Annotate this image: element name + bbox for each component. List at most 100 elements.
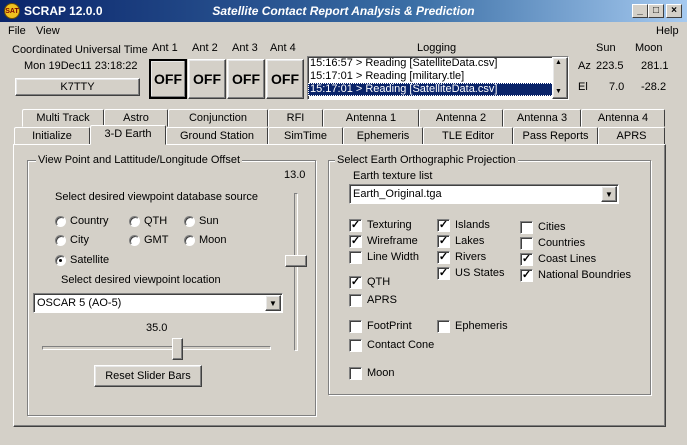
sun-label: Sun — [596, 42, 616, 54]
chk-texturing-label: Texturing — [367, 219, 412, 231]
tab-rfi[interactable]: RFI — [268, 109, 323, 127]
location-combo[interactable]: OSCAR 5 (AO-5) ▼ — [33, 293, 283, 313]
chk-moon[interactable] — [349, 367, 362, 380]
tab-conjunction[interactable]: Conjunction — [168, 109, 268, 127]
vslider-thumb[interactable] — [285, 255, 307, 267]
callsign-button[interactable]: K7TTY — [15, 78, 140, 96]
texture-combo[interactable]: Earth_Original.tga ▼ — [349, 184, 619, 204]
hslider-track[interactable] — [42, 346, 271, 350]
chk-ephemeris-label: Ephemeris — [455, 320, 508, 332]
radio-moon[interactable] — [184, 235, 195, 246]
scroll-down-icon[interactable]: ▼ — [555, 88, 562, 95]
location-label: Select desired viewpoint location — [61, 274, 221, 286]
chevron-down-icon[interactable]: ▼ — [601, 186, 617, 202]
active-tab-joint — [91, 143, 165, 145]
ant3-off-button[interactable]: OFF — [227, 59, 265, 99]
menu-view[interactable]: View — [36, 25, 60, 37]
moon-el-value: -28.2 — [641, 81, 667, 93]
radio-country-label: Country — [70, 215, 109, 227]
chk-moon-label: Moon — [367, 367, 395, 379]
logging-scrollbar[interactable]: ▲ ▼ — [552, 57, 568, 99]
tab-ground-station[interactable]: Ground Station — [166, 127, 268, 145]
tab-antenna-4[interactable]: Antenna 4 — [581, 109, 665, 127]
close-button[interactable]: × — [666, 4, 682, 18]
ant1-label: Ant 1 — [152, 42, 178, 54]
chk-countries[interactable] — [520, 237, 533, 250]
sun-az-value: 223.5 — [596, 60, 624, 72]
tab-antenna-2[interactable]: Antenna 2 — [419, 109, 503, 127]
log-line-selected[interactable]: 15:17:01 > Reading [SatelliteData.csv] — [308, 83, 568, 96]
minimize-button[interactable]: _ — [632, 4, 648, 18]
radio-satellite[interactable] — [55, 255, 66, 266]
window-title: Satellite Contact Report Analysis & Pred… — [212, 4, 475, 18]
moon-label: Moon — [635, 42, 663, 54]
chk-contact-cone[interactable] — [349, 339, 362, 352]
ant4-off-button[interactable]: OFF — [266, 59, 304, 99]
projection-frame-title: Select Earth Orthographic Projection — [335, 154, 518, 166]
chk-texturing[interactable]: ✓ — [349, 219, 362, 232]
logging-list[interactable]: 15:16:57 > Reading [SatelliteData.csv] 1… — [307, 56, 569, 100]
menu-file[interactable]: File — [8, 25, 26, 37]
ant3-label: Ant 3 — [232, 42, 258, 54]
chk-footprint[interactable] — [349, 320, 362, 333]
vslider-track[interactable] — [294, 193, 298, 351]
log-line[interactable]: 15:16:57 > Reading [SatelliteData.csv] — [308, 57, 568, 70]
chevron-down-icon[interactable]: ▼ — [265, 295, 281, 311]
chk-lakes[interactable]: ✓ — [437, 235, 450, 248]
chk-cities-label: Cities — [538, 221, 566, 233]
chk-rivers[interactable]: ✓ — [437, 251, 450, 264]
moon-az-value: 281.1 — [641, 60, 669, 72]
tab-3d-earth[interactable]: 3-D Earth — [90, 125, 166, 145]
tab-tle-editor[interactable]: TLE Editor — [423, 127, 513, 145]
chk-cities[interactable] — [520, 221, 533, 234]
chk-coast-lines-label: Coast Lines — [538, 253, 597, 265]
sun-el-value: 7.0 — [609, 81, 625, 93]
tab-aprs[interactable]: APRS — [598, 127, 665, 145]
chk-lakes-label: Lakes — [455, 235, 485, 247]
radio-city[interactable] — [55, 235, 66, 246]
tab-initialize[interactable]: Initialize — [14, 127, 90, 145]
maximize-button[interactable]: □ — [648, 4, 664, 18]
radio-moon-label: Moon — [199, 234, 227, 246]
chk-ephemeris[interactable] — [437, 320, 450, 333]
reset-slider-bars-button[interactable]: Reset Slider Bars — [94, 365, 202, 387]
ant2-off-button[interactable]: OFF — [188, 59, 226, 99]
tab-ephemeris[interactable]: Ephemeris — [343, 127, 423, 145]
radio-country[interactable] — [55, 216, 66, 227]
radio-city-label: City — [70, 234, 89, 246]
scroll-up-icon[interactable]: ▲ — [555, 59, 562, 66]
radio-gmt[interactable] — [129, 235, 140, 246]
menu-help[interactable]: Help — [656, 25, 679, 37]
radio-sun[interactable] — [184, 216, 195, 227]
el-label: El — [578, 81, 588, 93]
tab-antenna-3[interactable]: Antenna 3 — [503, 109, 581, 127]
log-line[interactable]: 15:17:01 > Reading [military.tle] — [308, 70, 568, 83]
ant4-label: Ant 4 — [270, 42, 296, 54]
chk-islands[interactable]: ✓ — [437, 219, 450, 232]
viewpoint-frame-title: View Point and Lattitude/Longitude Offse… — [36, 154, 243, 166]
radio-qth-label: QTH — [144, 215, 168, 227]
chk-line-width[interactable] — [349, 251, 362, 264]
chk-countries-label: Countries — [538, 237, 586, 249]
tab-antenna-1[interactable]: Antenna 1 — [323, 109, 419, 127]
radio-qth[interactable] — [129, 216, 140, 227]
chk-qth-label: QTH — [367, 276, 391, 288]
vslider-value: 13.0 — [284, 169, 306, 181]
chk-wireframe[interactable]: ✓ — [349, 235, 362, 248]
radio-satellite-label: Satellite — [70, 254, 110, 266]
ant1-off-button[interactable]: OFF — [149, 59, 187, 99]
radio-gmt-label: GMT — [144, 234, 169, 246]
chk-us-states[interactable]: ✓ — [437, 267, 450, 280]
tab-simtime[interactable]: SimTime — [268, 127, 343, 145]
chk-coast-lines[interactable]: ✓ — [520, 253, 533, 266]
radio-sun-label: Sun — [199, 215, 219, 227]
hslider-thumb[interactable] — [172, 338, 183, 360]
chk-qth[interactable]: ✓ — [349, 276, 362, 289]
ant2-label: Ant 2 — [192, 42, 218, 54]
chk-national-boundries[interactable]: ✓ — [520, 269, 533, 282]
location-combo-value: OSCAR 5 (AO-5) — [37, 297, 122, 309]
tab-pass-reports[interactable]: Pass Reports — [513, 127, 598, 145]
chk-contact-cone-label: Contact Cone — [367, 339, 435, 351]
chk-aprs[interactable] — [349, 294, 362, 307]
source-label: Select desired viewpoint database source — [55, 191, 259, 203]
